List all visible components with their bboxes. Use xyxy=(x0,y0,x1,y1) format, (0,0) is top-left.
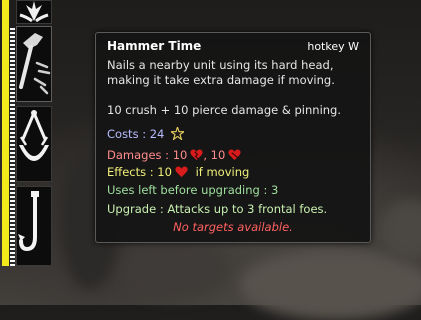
background-rock xyxy=(380,200,421,260)
ability-slot-leaf[interactable] xyxy=(16,0,52,24)
background-rock xyxy=(120,240,230,300)
swing-arc-icon xyxy=(19,110,49,161)
costs-row: Costs : 24 xyxy=(107,127,185,142)
upgrade-row: Upgrade : Attacks up to 3 frontal foes. xyxy=(107,202,328,216)
ability-name: Hammer Time xyxy=(107,39,202,53)
uses-left-row: Uses left before upgrading : 3 xyxy=(107,183,279,197)
ability-tooltip: Hammer Time hotkey W Nails a nearby unit… xyxy=(95,32,371,243)
ability-slot-swing[interactable] xyxy=(16,106,52,182)
energy-star-icon xyxy=(171,127,185,140)
hook-icon xyxy=(18,191,39,252)
background-rock xyxy=(240,250,421,320)
hotkey-label: hotkey W xyxy=(307,40,359,53)
effects-text: Effects : 10 xyxy=(107,165,172,179)
status-message: No targets available. xyxy=(173,220,293,234)
damage-summary: 10 crush + 10 pierce damage & pinning. xyxy=(107,103,342,117)
costs-text: Costs : 24 xyxy=(107,127,165,141)
description-line-1: Nails a nearby unit using its hard head, xyxy=(107,58,334,72)
effects-condition: if moving xyxy=(195,165,250,179)
unit-stack-bar xyxy=(10,28,15,266)
damages-second-value: , 10 xyxy=(203,148,226,162)
damages-row: Damages : 10 , 10 xyxy=(107,148,241,163)
health-bar xyxy=(2,0,10,266)
description-line-2: making it take extra damage if moving. xyxy=(107,73,335,87)
crush-damage-icon xyxy=(190,149,203,161)
leaf-icon xyxy=(19,1,49,23)
ability-slot-hook[interactable] xyxy=(16,186,52,266)
pierce-damage-icon xyxy=(228,149,241,161)
effects-row: Effects : 10 if moving xyxy=(107,165,249,180)
hammer-nails-icon xyxy=(19,33,51,95)
ability-slot-hammer-time[interactable] xyxy=(16,26,52,102)
bonus-damage-icon xyxy=(175,166,188,178)
damages-text: Damages : 10 xyxy=(107,148,188,162)
